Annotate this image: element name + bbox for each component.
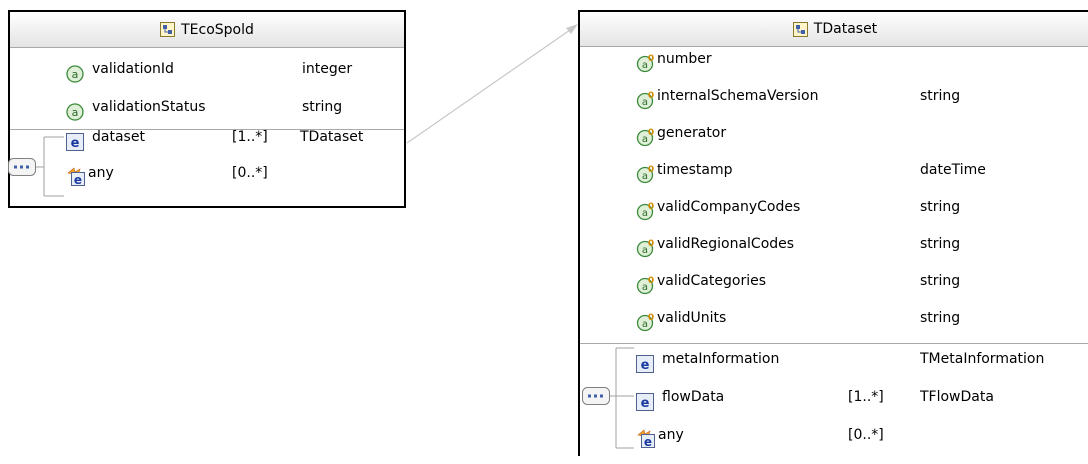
attribute-name: timestamp	[657, 162, 733, 178]
element-row[interactable]: e metaInformation TMetaInformation	[580, 340, 1088, 378]
element-icon: e	[66, 128, 84, 151]
element-multiplicity: [0..*]	[232, 165, 268, 181]
attribute-type: string	[920, 88, 961, 104]
element-multiplicity: [0..*]	[848, 427, 884, 443]
type-title: TEcoSpold	[181, 21, 254, 38]
element-multiplicity: [1..*]	[848, 389, 884, 405]
svg-text:e: e	[74, 173, 82, 187]
element-name: flowData	[662, 389, 725, 405]
element-row[interactable]: e any [0..*]	[10, 154, 404, 192]
attribute-type: string	[920, 310, 961, 326]
svg-text:0: 0	[648, 276, 654, 286]
attribute-row[interactable]: a 0 number	[580, 40, 1088, 78]
attribute-type: string	[920, 199, 961, 215]
elements-section: e metaInformation TMetaInformation e flo…	[580, 344, 1088, 458]
svg-text:e: e	[71, 136, 80, 151]
attribute-name: generator	[657, 125, 727, 141]
complex-type-icon	[160, 22, 176, 37]
svg-text:0: 0	[648, 313, 654, 323]
attribute-name: validCategories	[657, 273, 766, 289]
element-type: TFlowData	[920, 389, 994, 405]
complex-type-icon	[792, 21, 808, 37]
attribute-name: validCompanyCodes	[657, 199, 801, 215]
element-multiplicity: [1..*]	[232, 129, 268, 145]
element-type: TMetaInformation	[920, 351, 1045, 367]
element-row[interactable]: e flowData [1..*] TFlowData	[580, 378, 1088, 416]
svg-text:e: e	[641, 358, 650, 373]
type-box-tecospold[interactable]: TEcoSpold a validationId integer a valid…	[8, 10, 406, 208]
attribute-name: validRegionalCodes	[657, 236, 795, 252]
attribute-type: integer	[302, 61, 353, 77]
elements-section: e dataset [1..*] TDataset e any [0..*]	[8, 129, 404, 208]
svg-text:0: 0	[648, 128, 654, 138]
element-name: any	[658, 427, 684, 443]
optional-attribute-icon: a0	[636, 124, 654, 147]
attribute-name: internalSchemaVersion	[657, 88, 819, 104]
element-name: any	[88, 165, 114, 181]
element-type: TDataset	[300, 129, 364, 145]
attribute-icon: a	[66, 98, 84, 121]
optional-attribute-icon: a0	[636, 309, 654, 332]
svg-text:0: 0	[648, 239, 654, 249]
attribute-row[interactable]: a 0 validCategories string	[580, 262, 1088, 300]
attribute-row[interactable]: a 0 internalSchemaVersion string	[580, 77, 1088, 115]
type-box-tdataset[interactable]: TDataset a 0 number a 0 internalSchemaVersion…	[578, 10, 1088, 456]
element-icon: e	[636, 388, 654, 411]
attribute-type: dateTime	[920, 162, 986, 178]
svg-text:a: a	[72, 68, 79, 81]
attribute-row[interactable]: a 0 validUnits string	[580, 299, 1088, 337]
any-element-icon: e	[66, 164, 85, 187]
attribute-row[interactable]: a 0 validRegionalCodes string	[580, 225, 1088, 263]
element-row[interactable]: e any [0..*]	[580, 416, 1088, 454]
type-title: TDataset	[813, 21, 878, 37]
attributes-section: a 0 number a 0 internalSchemaVersion string a 0 g…	[580, 47, 1088, 353]
type-header: TEcoSpold	[10, 12, 404, 48]
attribute-icon: a	[66, 60, 84, 83]
element-icon: e	[636, 350, 654, 373]
attribute-type: string	[920, 236, 961, 252]
element-row[interactable]: e dataset [1..*] TDataset	[10, 118, 404, 156]
attribute-name: number	[657, 51, 712, 67]
attribute-row[interactable]: a 0 generator	[580, 114, 1088, 152]
element-name: dataset	[92, 129, 145, 145]
attribute-type: string	[920, 273, 961, 289]
element-name: metaInformation	[662, 351, 780, 367]
attribute-name: validUnits	[657, 310, 727, 326]
attribute-row[interactable]: a 0 timestamp dateTime	[580, 151, 1088, 189]
attribute-row[interactable]: a 0 validCompanyCodes string	[580, 188, 1088, 226]
optional-attribute-icon: a0	[636, 198, 654, 221]
attribute-row[interactable]: a validationId integer	[10, 50, 404, 88]
any-element-icon: e	[636, 426, 655, 449]
optional-attribute-icon: a0	[636, 50, 654, 73]
attributes-section: a validationId integer a validationStatu…	[10, 48, 404, 128]
svg-text:0: 0	[648, 202, 654, 212]
svg-text:e: e	[644, 435, 652, 449]
svg-text:0: 0	[648, 91, 654, 101]
optional-attribute-icon: a0	[636, 161, 654, 184]
optional-attribute-icon: a0	[636, 235, 654, 258]
optional-attribute-icon: a0	[636, 87, 654, 110]
svg-text:e: e	[641, 396, 650, 411]
attribute-name: validationId	[92, 61, 174, 77]
svg-text:0: 0	[648, 54, 654, 64]
svg-text:0: 0	[648, 165, 654, 175]
optional-attribute-icon: a0	[636, 272, 654, 295]
